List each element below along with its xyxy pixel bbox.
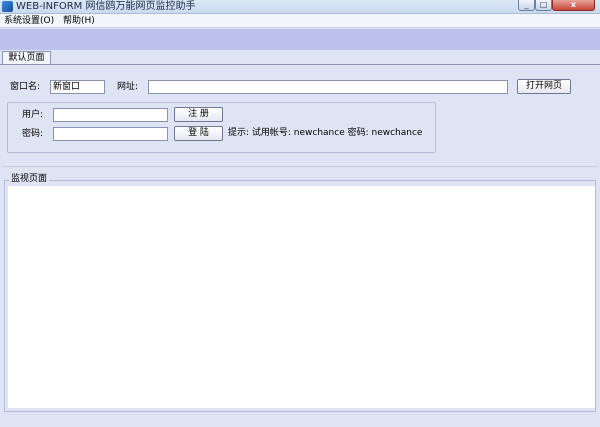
trial-account-hint: 提示: 试用帐号: newchance 密码: newchance xyxy=(228,128,423,138)
register-button[interactable]: 注 册 xyxy=(174,107,223,122)
tab-divider xyxy=(0,64,600,65)
menu-help[interactable]: 帮助(H) xyxy=(63,15,95,27)
monitor-group-title: 监视页面 xyxy=(9,173,50,185)
url-input[interactable] xyxy=(148,80,508,94)
monitor-view[interactable] xyxy=(8,186,595,408)
user-input[interactable] xyxy=(53,108,168,122)
section-divider xyxy=(2,166,598,167)
title-bar: WEB-INFORM 网信鸥万能网页监控助手 _ □ x xyxy=(0,0,600,14)
url-label: 网址: xyxy=(117,82,139,92)
menu-bar: 系统设置(O) 帮助(H) xyxy=(0,14,600,28)
login-button[interactable]: 登 陆 xyxy=(174,126,223,141)
close-button[interactable]: x xyxy=(552,0,595,11)
window-name-input[interactable]: 新窗口 xyxy=(50,80,105,94)
password-label: 密码: xyxy=(22,129,44,139)
user-label: 用户: xyxy=(22,110,44,120)
window-name-label: 窗口名: xyxy=(10,82,41,92)
open-page-button[interactable]: 打开网页 xyxy=(517,79,571,94)
tab-default-page[interactable]: 默认页面 xyxy=(2,51,51,65)
minimize-button[interactable]: _ xyxy=(518,0,535,11)
maximize-button[interactable]: □ xyxy=(535,0,552,11)
app-icon xyxy=(2,1,13,12)
toolbar-band xyxy=(0,29,600,50)
menu-system-settings[interactable]: 系统设置(O) xyxy=(4,15,54,27)
password-input[interactable] xyxy=(53,127,168,141)
window-title: WEB-INFORM 网信鸥万能网页监控助手 xyxy=(16,1,196,12)
